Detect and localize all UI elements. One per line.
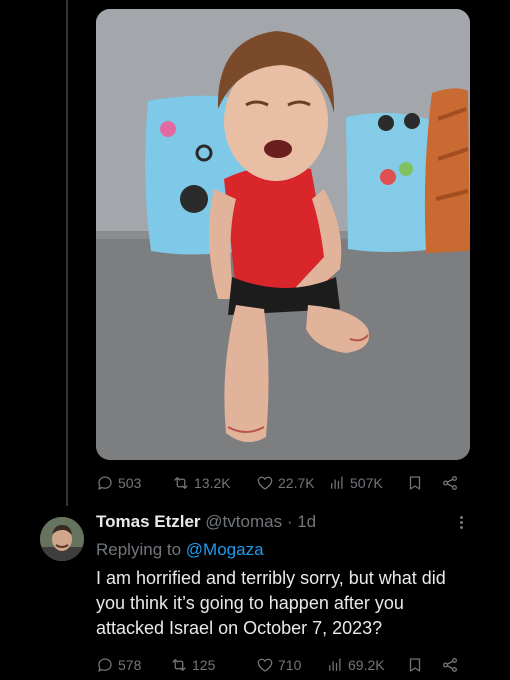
share-button[interactable] bbox=[441, 474, 459, 492]
like-button[interactable]: 710 bbox=[256, 656, 301, 674]
retweet-icon bbox=[174, 477, 188, 489]
replying-to-line: Replying to @Mogaza bbox=[96, 540, 264, 560]
bookmark-button[interactable] bbox=[406, 474, 424, 492]
reply-icon bbox=[98, 476, 112, 490]
author-handle[interactable]: @tvtomas bbox=[205, 512, 282, 531]
share-icon bbox=[442, 657, 458, 673]
child-photo-illustration bbox=[96, 9, 470, 460]
like-count: 22.7K bbox=[278, 475, 315, 491]
reply-count: 578 bbox=[118, 657, 142, 673]
tweet-action-bar: 503 13.2K 22.7K 507K bbox=[96, 471, 470, 495]
views-chart-icon bbox=[329, 658, 341, 671]
author-avatar[interactable] bbox=[40, 517, 84, 561]
tweet-media-photo[interactable] bbox=[96, 9, 470, 460]
views-button[interactable]: 507K bbox=[328, 474, 383, 492]
bookmark-icon bbox=[409, 658, 421, 672]
more-options-icon[interactable] bbox=[455, 514, 467, 534]
retweet-button[interactable]: 13.2K bbox=[172, 474, 231, 492]
avatar-portrait bbox=[40, 517, 84, 561]
views-count: 69.2K bbox=[348, 657, 385, 673]
reply-button[interactable]: 503 bbox=[96, 474, 141, 492]
share-button[interactable] bbox=[441, 656, 459, 674]
retweet-icon bbox=[172, 659, 186, 671]
reply-button[interactable]: 578 bbox=[96, 656, 141, 674]
bookmark-icon bbox=[409, 476, 421, 490]
reply-action-bar: 578 125 710 69.2K bbox=[96, 653, 470, 677]
reply-count: 503 bbox=[118, 475, 142, 491]
post-time[interactable]: 1d bbox=[297, 512, 316, 531]
share-icon bbox=[442, 475, 458, 491]
like-count: 710 bbox=[278, 657, 302, 673]
reply-icon bbox=[98, 658, 112, 672]
replying-to-label: Replying to bbox=[96, 540, 182, 559]
heart-icon bbox=[257, 658, 273, 672]
retweet-count: 125 bbox=[192, 657, 216, 673]
bookmark-button[interactable] bbox=[406, 656, 424, 674]
retweet-button[interactable]: 125 bbox=[170, 656, 215, 674]
reply-text: I am horrified and terribly sorry, but w… bbox=[96, 568, 446, 638]
heart-icon bbox=[257, 476, 273, 490]
thread-connector-line bbox=[66, 0, 68, 506]
like-button[interactable]: 22.7K bbox=[256, 474, 315, 492]
views-button[interactable]: 69.2K bbox=[326, 656, 385, 674]
retweet-count: 13.2K bbox=[194, 475, 231, 491]
replying-to-handle[interactable]: @Mogaza bbox=[186, 540, 264, 559]
views-count: 507K bbox=[350, 475, 383, 491]
separator-dot: · bbox=[286, 512, 293, 531]
views-chart-icon bbox=[331, 476, 343, 489]
author-name[interactable]: Tomas Etzler bbox=[96, 512, 201, 531]
reply-header: Tomas Etzler @tvtomas · 1d bbox=[96, 512, 316, 532]
